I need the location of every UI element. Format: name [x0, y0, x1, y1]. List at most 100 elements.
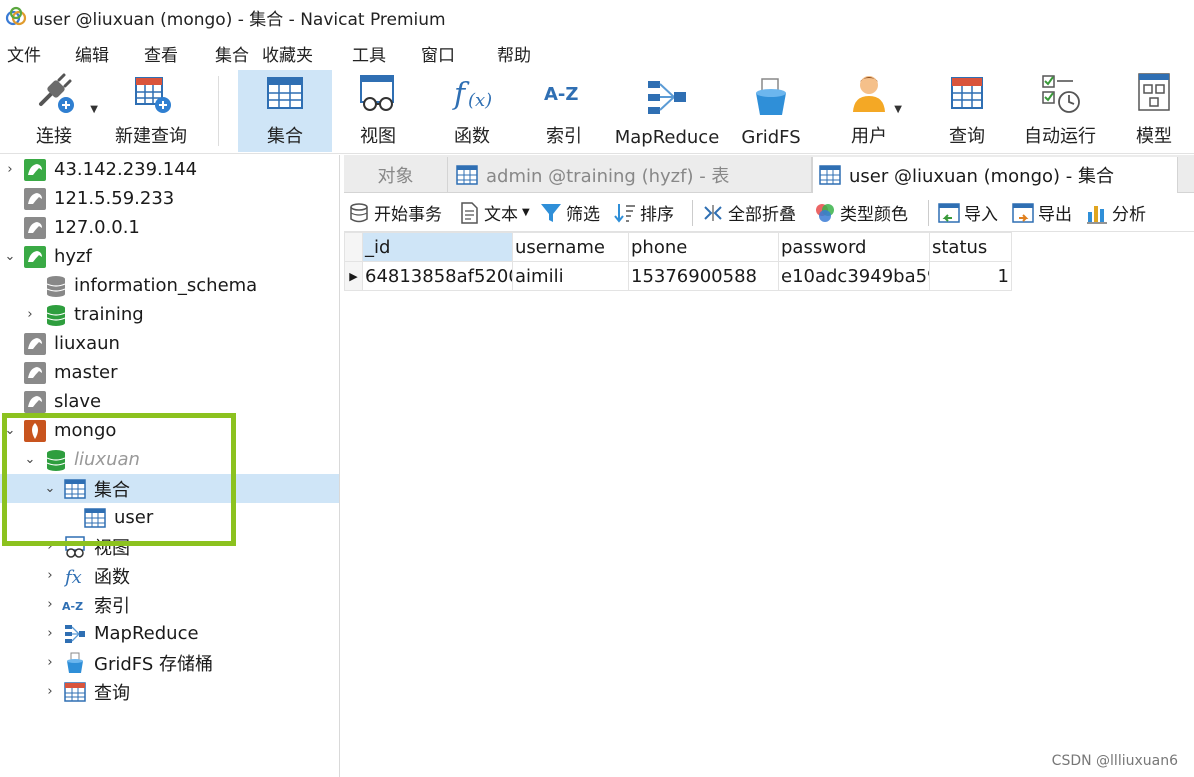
tab-admin-training[interactable]: admin @training (hyzf) - 表: [448, 157, 812, 193]
chevron-right-icon[interactable]: ›: [43, 626, 57, 641]
export-label: 导出: [1038, 205, 1072, 225]
table-icon: [456, 165, 478, 185]
tree-connection-127-0-0-1[interactable]: 127.0.0.1: [0, 213, 339, 242]
chevron-right-icon[interactable]: ›: [23, 307, 37, 322]
type-color-button[interactable]: 类型颜色: [814, 200, 908, 225]
collapse-all-button[interactable]: 全部折叠: [702, 200, 796, 225]
table-cell[interactable]: 15376900588: [628, 261, 779, 291]
tree-folder-collections[interactable]: ⌄ 集合: [0, 474, 339, 503]
tree-folder-mapreduce[interactable]: › MapReduce: [0, 619, 339, 648]
window-title: user @liuxuan (mongo) - 集合 - Navicat Pre…: [33, 9, 446, 30]
tree-connection-121-5-59-233[interactable]: 121.5.59.233: [0, 184, 339, 213]
view-button[interactable]: 视图: [350, 70, 406, 152]
begin-transaction-button[interactable]: 开始事务: [348, 200, 442, 225]
new-query-label: 新建查询: [115, 126, 187, 147]
tree-folder-gridfs-buckets[interactable]: › GridFS 存储桶: [0, 648, 339, 677]
column-header-password[interactable]: password: [778, 232, 930, 262]
chevron-down-icon[interactable]: ⌄: [23, 452, 37, 467]
chevron-right-icon[interactable]: ›: [43, 597, 57, 612]
tree-connection-master[interactable]: master: [0, 358, 339, 387]
chevron-right-icon[interactable]: ›: [43, 539, 57, 554]
tree-label: liuxuan: [74, 449, 140, 470]
function-button[interactable]: f (x) 函数: [444, 70, 500, 152]
table-cell[interactable]: 1: [929, 261, 1012, 291]
tree-label: MapReduce: [94, 623, 199, 644]
tree-connection-hyzf[interactable]: ⌄ hyzf: [0, 242, 339, 271]
tab-user-liuxuan[interactable]: user @liuxuan (mongo) - 集合: [812, 157, 1178, 193]
mysql-connection-icon: [24, 361, 46, 384]
mapreduce-icon: [64, 623, 86, 645]
menu-edit[interactable]: 编辑: [75, 41, 109, 66]
tab-objects[interactable]: 对象: [344, 157, 448, 193]
automation-button[interactable]: 自动运行: [1022, 70, 1098, 152]
text-view-button[interactable]: 文本 ▼: [458, 200, 530, 225]
menu-tools[interactable]: 工具: [352, 41, 386, 66]
tree-folder-functions[interactable]: › fx 函数: [0, 561, 339, 590]
column-header-phone[interactable]: phone: [628, 232, 779, 262]
sort-label: 排序: [640, 205, 674, 225]
tree-connection-liuxaun[interactable]: liuxaun: [0, 329, 339, 358]
tab-label: admin @training (hyzf) - 表: [486, 166, 730, 187]
chevron-down-icon[interactable]: ▼: [90, 104, 98, 115]
navigation-tree: › 43.142.239.144 121.5.59.233 127.0.0.1 …: [0, 155, 340, 777]
menu-collection[interactable]: 集合: [215, 41, 249, 66]
chevron-down-icon[interactable]: ⌄: [43, 481, 57, 496]
column-header-status[interactable]: status: [929, 232, 1012, 262]
menu-window[interactable]: 窗口: [421, 41, 455, 66]
analyze-button[interactable]: 分析: [1086, 200, 1146, 225]
menu-file[interactable]: 文件: [7, 41, 41, 66]
collection-label: 集合: [267, 126, 303, 147]
tree-label: 视图: [94, 537, 130, 559]
menu-help[interactable]: 帮助: [497, 41, 531, 66]
chevron-down-icon[interactable]: ▼: [894, 104, 902, 115]
index-icon: A-Z: [62, 594, 84, 616]
chevron-right-icon[interactable]: ›: [3, 162, 17, 177]
tree-connection-slave[interactable]: slave: [0, 387, 339, 416]
chevron-down-icon[interactable]: ▼: [522, 207, 530, 218]
menu-favorites[interactable]: 收藏夹: [262, 41, 313, 66]
tree-database-information-schema[interactable]: information_schema: [0, 271, 339, 300]
filter-button[interactable]: 筛选: [540, 200, 600, 225]
filter-icon: [540, 202, 562, 224]
column-header-id[interactable]: _id: [362, 232, 513, 262]
index-icon: A-Z: [541, 70, 587, 116]
new-query-button[interactable]: 新建查询: [112, 70, 190, 152]
color-palette-icon: [814, 202, 836, 224]
tree-connection-43-142-239-144[interactable]: › 43.142.239.144: [0, 155, 339, 184]
tree-label: liuxaun: [54, 333, 120, 354]
chevron-right-icon[interactable]: ›: [43, 655, 57, 670]
chevron-down-icon[interactable]: ⌄: [3, 249, 17, 264]
tree-connection-mongo[interactable]: ⌄ mongo: [0, 416, 339, 445]
tree-folder-views[interactable]: › 视图: [0, 532, 339, 561]
tree-collection-user[interactable]: user: [0, 503, 339, 532]
model-button[interactable]: 模型: [1132, 70, 1176, 152]
tree-folder-queries[interactable]: › 查询: [0, 677, 339, 706]
import-button[interactable]: 导入: [938, 200, 998, 225]
mapreduce-button[interactable]: MapReduce: [614, 70, 720, 152]
connect-button[interactable]: 连接 ▼: [22, 70, 98, 152]
tree-label: mongo: [54, 420, 117, 441]
tree-database-liuxuan[interactable]: ⌄ liuxuan: [0, 445, 339, 474]
menu-view[interactable]: 查看: [144, 41, 178, 66]
gridfs-button[interactable]: GridFS: [740, 70, 802, 152]
export-button[interactable]: 导出: [1012, 200, 1072, 225]
table-cell[interactable]: 64813858af5200: [362, 261, 513, 291]
table-cell[interactable]: e10adc3949ba59: [778, 261, 930, 291]
index-button[interactable]: A-Z 索引: [536, 70, 592, 152]
chevron-right-icon[interactable]: ›: [43, 684, 57, 699]
sort-button[interactable]: 排序: [614, 200, 674, 225]
table-cell[interactable]: aimili: [512, 261, 629, 291]
tree-database-training[interactable]: › training: [0, 300, 339, 329]
query-button[interactable]: 查询: [944, 70, 990, 152]
svg-text:(x): (x): [468, 90, 492, 111]
chevron-down-icon[interactable]: ⌄: [3, 423, 17, 438]
tree-folder-indexes[interactable]: › A-Z 索引: [0, 590, 339, 619]
column-header-username[interactable]: username: [512, 232, 629, 262]
collection-button[interactable]: 集合: [238, 70, 332, 152]
tree-label: 127.0.0.1: [54, 217, 140, 238]
table-row[interactable]: ▶ 64813858af5200 aimili 15376900588 e10a…: [344, 261, 1012, 291]
chevron-right-icon[interactable]: ›: [43, 568, 57, 583]
row-pointer-icon[interactable]: ▶: [344, 261, 363, 291]
user-button[interactable]: 用户 ▼: [846, 70, 902, 152]
user-icon: [846, 70, 892, 116]
